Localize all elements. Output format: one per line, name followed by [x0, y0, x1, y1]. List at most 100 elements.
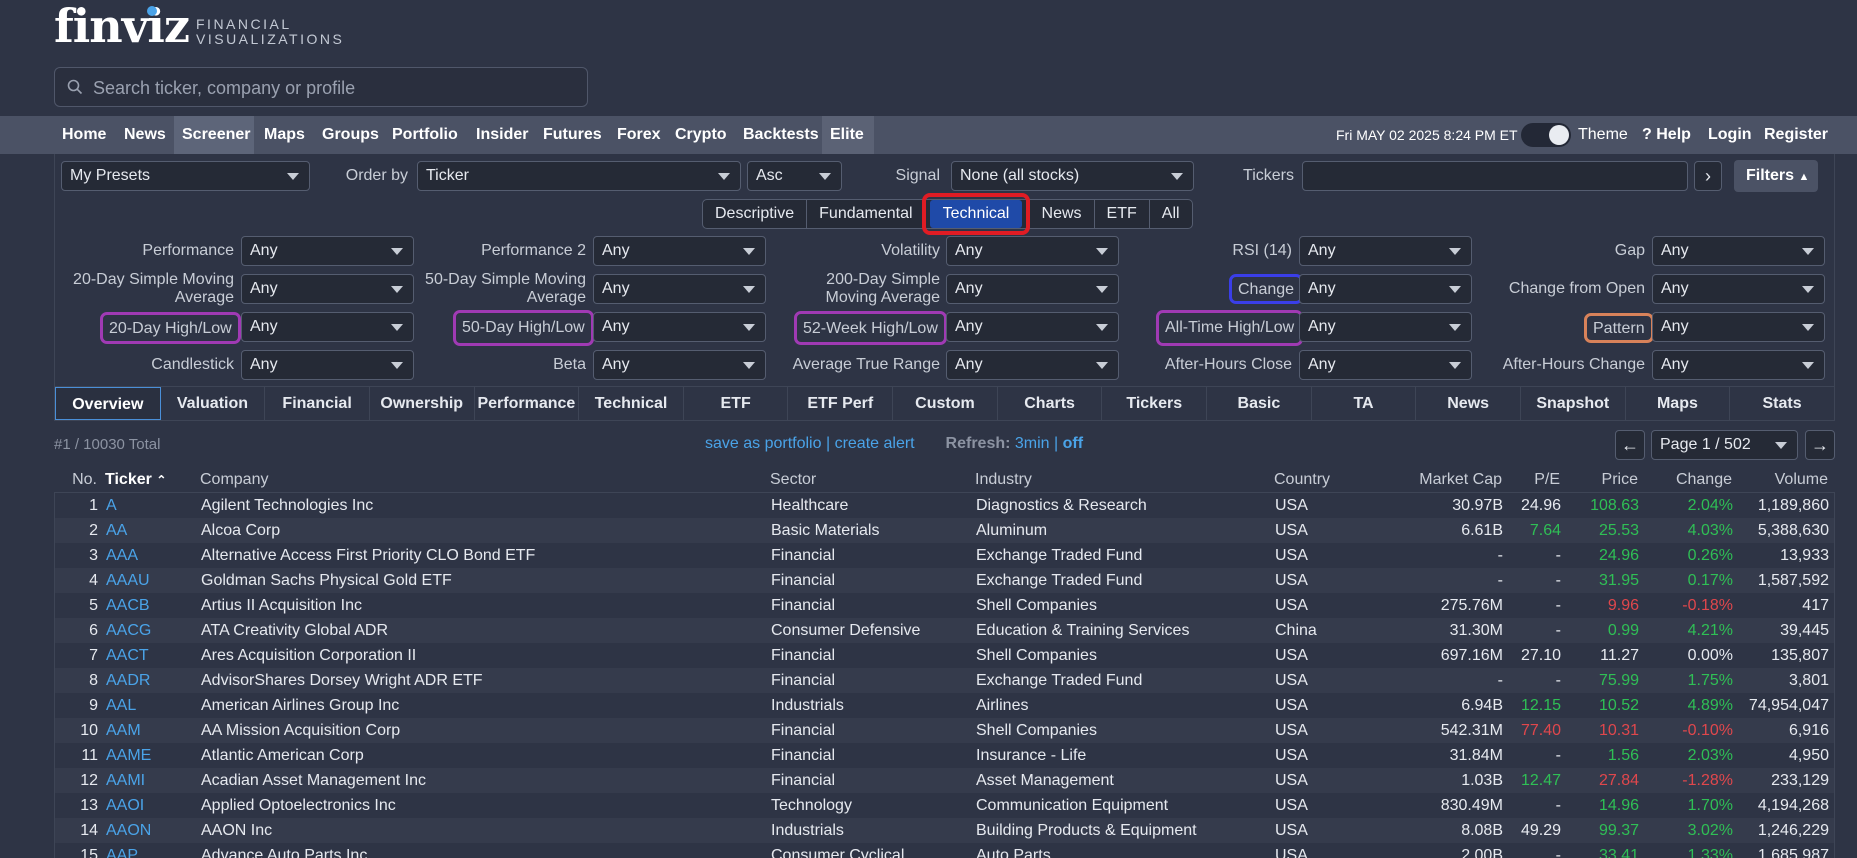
tickers-go-button[interactable]: ›	[1694, 161, 1722, 191]
page-select[interactable]: Page 1 / 502	[1651, 430, 1798, 460]
filter-after-hours-close[interactable]: Any	[1299, 350, 1472, 380]
view-tab-charts[interactable]: Charts	[998, 387, 1103, 420]
col-change[interactable]: Change	[1646, 468, 1732, 492]
next-page-button[interactable]: →	[1805, 430, 1835, 460]
nav-screener[interactable]: Screener	[174, 116, 254, 154]
create-alert-link[interactable]: create alert	[835, 435, 915, 452]
filter-after-hours-change[interactable]: Any	[1652, 350, 1825, 380]
nav-home[interactable]: Home	[54, 116, 114, 154]
tab-news[interactable]: News	[1030, 200, 1095, 228]
table-row[interactable]: 13 AAOI Applied Optoelectronics Inc Technol…	[55, 793, 1834, 818]
view-tab-custom[interactable]: Custom	[893, 387, 998, 420]
nav-insider[interactable]: Insider	[468, 116, 536, 154]
register-link[interactable]: Register	[1764, 116, 1828, 154]
cell-ticker[interactable]: AAOI	[106, 793, 144, 818]
view-tab-performance[interactable]: Performance	[475, 387, 580, 420]
table-row[interactable]: 7 AACT Ares Acquisition Corporation II Fina…	[55, 643, 1834, 668]
table-row[interactable]: 10 AAM AA Mission Acquisition Corp Financia…	[55, 718, 1834, 743]
cell-ticker[interactable]: A	[106, 493, 117, 518]
filter-50day-highlow[interactable]: Any	[593, 312, 766, 342]
cell-ticker[interactable]: AACB	[106, 593, 150, 618]
refresh-interval-link[interactable]: 3min	[1015, 435, 1050, 452]
filter-volatility[interactable]: Any	[946, 236, 1119, 266]
nav-elite[interactable]: Elite	[822, 116, 874, 154]
tickers-input[interactable]	[1302, 161, 1688, 191]
help-link[interactable]: ? Help	[1642, 116, 1691, 154]
table-row[interactable]: 6 AACG ATA Creativity Global ADR Consumer D…	[55, 618, 1834, 643]
view-tab-etf[interactable]: ETF	[684, 387, 789, 420]
table-row[interactable]: 12 AAMI Acadian Asset Management Inc Financ…	[55, 768, 1834, 793]
cell-ticker[interactable]: AAP	[106, 843, 138, 858]
table-row[interactable]: 2 AA Alcoa Corp Basic Materials Aluminum USA 6…	[55, 518, 1834, 543]
view-tab-news[interactable]: News	[1416, 387, 1521, 420]
cell-ticker[interactable]: AACG	[106, 618, 151, 643]
nav-groups[interactable]: Groups	[314, 116, 387, 154]
cell-ticker[interactable]: AAA	[106, 543, 138, 568]
nav-backtests[interactable]: Backtests	[735, 116, 827, 154]
filter-atr[interactable]: Any	[946, 350, 1119, 380]
col-ticker[interactable]: Ticker ⌃	[105, 468, 166, 492]
filter-rsi[interactable]: Any	[1299, 236, 1472, 266]
cell-ticker[interactable]: AAME	[106, 743, 151, 768]
tab-fundamental[interactable]: Fundamental	[807, 200, 926, 228]
table-row[interactable]: 1 A Agilent Technologies Inc Healthcare Diag…	[55, 493, 1834, 518]
cell-ticker[interactable]: AAL	[106, 693, 136, 718]
col-industry[interactable]: Industry	[975, 468, 1032, 492]
signal-select[interactable]: None (all stocks)	[951, 161, 1194, 191]
tab-descriptive[interactable]: Descriptive	[703, 200, 808, 228]
cell-ticker[interactable]: AADR	[106, 668, 150, 693]
view-tab-tickers[interactable]: Tickers	[1102, 387, 1208, 420]
refresh-off-link[interactable]: off	[1063, 435, 1083, 452]
col-market-cap[interactable]: Market Cap	[1384, 468, 1502, 492]
nav-portfolio[interactable]: Portfolio	[384, 116, 466, 154]
view-tab-etf-perf[interactable]: ETF Perf	[788, 387, 894, 420]
cell-ticker[interactable]: AACT	[106, 643, 149, 668]
tab-technical[interactable]: Technical	[922, 193, 1030, 235]
table-row[interactable]: 8 AADR AdvisorShares Dorsey Wright ADR ETF…	[55, 668, 1834, 693]
prev-page-button[interactable]: ←	[1615, 430, 1645, 460]
view-tab-valuation[interactable]: Valuation	[161, 387, 266, 420]
nav-crypto[interactable]: Crypto	[667, 116, 735, 154]
table-row[interactable]: 3 AAA Alternative Access First Priority CL…	[55, 543, 1834, 568]
cell-ticker[interactable]: AAMI	[106, 768, 145, 793]
view-tab-stats[interactable]: Stats	[1730, 387, 1834, 420]
col-no[interactable]: No.	[54, 468, 97, 492]
filters-button[interactable]: Filters ▲	[1734, 160, 1818, 192]
col-company[interactable]: Company	[200, 468, 268, 492]
filter-beta[interactable]: Any	[593, 350, 766, 380]
order-by-select[interactable]: Ticker	[417, 161, 741, 191]
col-sector[interactable]: Sector	[770, 468, 816, 492]
brand[interactable]: finviz FINANCIAL VISUALIZATIONS	[54, 0, 454, 60]
table-row[interactable]: 5 AACB Artius II Acquisition Inc Financial S…	[55, 593, 1834, 618]
filter-alltime-highlow[interactable]: Any	[1299, 312, 1472, 342]
login-link[interactable]: Login	[1708, 116, 1752, 154]
filter-gap[interactable]: Any	[1652, 236, 1825, 266]
filter-performance-2[interactable]: Any	[593, 236, 766, 266]
table-row[interactable]: 15 AAP Advance Auto Parts Inc Consumer Cycl…	[55, 843, 1834, 858]
cell-ticker[interactable]: AAON	[106, 818, 151, 843]
filter-change-from-open[interactable]: Any	[1652, 274, 1825, 304]
view-tab-technical[interactable]: Technical	[579, 387, 684, 420]
col-price[interactable]: Price	[1574, 468, 1638, 492]
cell-ticker[interactable]: AA	[106, 518, 127, 543]
cell-ticker[interactable]: AAAU	[106, 568, 150, 593]
view-tab-snapshot[interactable]: Snapshot	[1521, 387, 1626, 420]
filter-sma200[interactable]: Any	[946, 274, 1119, 304]
col-volume[interactable]: Volume	[1734, 468, 1828, 492]
theme-toggle[interactable]	[1521, 123, 1571, 147]
filter-candlestick[interactable]: Any	[241, 350, 414, 380]
nav-news[interactable]: News	[116, 116, 174, 154]
view-tab-overview[interactable]: Overview	[55, 387, 161, 420]
tab-etf[interactable]: ETF	[1095, 200, 1150, 228]
nav-forex[interactable]: Forex	[609, 116, 669, 154]
filter-52week-highlow[interactable]: Any	[946, 312, 1119, 342]
filter-20day-highlow[interactable]: Any	[241, 312, 414, 342]
finviz-logo[interactable]: finviz	[54, 2, 190, 50]
view-tab-financial[interactable]: Financial	[265, 387, 370, 420]
cell-ticker[interactable]: AAM	[106, 718, 141, 743]
col-pe[interactable]: P/E	[1512, 468, 1560, 492]
order-dir-select[interactable]: Asc	[747, 161, 842, 191]
view-tab-maps[interactable]: Maps	[1626, 387, 1731, 420]
presets-select[interactable]: My Presets	[61, 161, 310, 191]
table-row[interactable]: 11 AAME Atlantic American Corp Financial Ins…	[55, 743, 1834, 768]
